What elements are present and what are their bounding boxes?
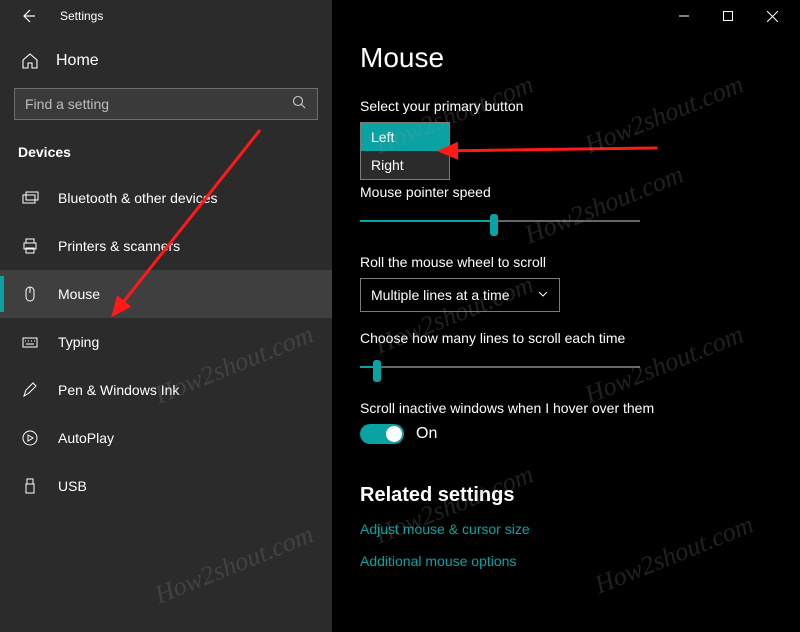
wheel-select[interactable]: Multiple lines at a time — [360, 278, 560, 312]
sidebar-item-label: AutoPlay — [58, 430, 114, 446]
sidebar-item-mouse[interactable]: Mouse — [0, 270, 332, 318]
sidebar-item-pen[interactable]: Pen & Windows Ink — [0, 366, 332, 414]
slider-thumb[interactable] — [373, 360, 381, 382]
sidebar-item-bluetooth[interactable]: Bluetooth & other devices — [0, 174, 332, 222]
lines-label: Choose how many lines to scroll each tim… — [360, 330, 772, 346]
wheel-label: Roll the mouse wheel to scroll — [360, 254, 772, 270]
pen-icon — [20, 381, 40, 399]
sidebar-item-label: Bluetooth & other devices — [58, 190, 218, 206]
section-heading: Devices — [0, 134, 332, 174]
close-button[interactable] — [750, 2, 794, 30]
sidebar-item-printers[interactable]: Printers & scanners — [0, 222, 332, 270]
printer-icon — [20, 237, 40, 255]
slider-thumb[interactable] — [490, 214, 498, 236]
link-adjust-cursor[interactable]: Adjust mouse & cursor size — [360, 521, 772, 537]
back-button[interactable] — [14, 2, 42, 30]
pointer-speed-label: Mouse pointer speed — [360, 184, 772, 200]
wheel-select-value: Multiple lines at a time — [371, 287, 510, 303]
toggle-knob — [386, 426, 402, 442]
primary-button-label: Select your primary button — [360, 98, 772, 114]
related-heading: Related settings — [360, 484, 772, 507]
slider-track — [360, 366, 640, 368]
usb-icon — [20, 477, 40, 495]
pointer-speed-slider[interactable] — [360, 208, 640, 236]
search-box[interactable] — [14, 88, 318, 120]
dropdown-option-right[interactable]: Right — [361, 151, 449, 179]
sidebar-item-label: USB — [58, 478, 87, 494]
search-input[interactable] — [25, 96, 265, 112]
devices-icon — [20, 189, 40, 207]
inactive-toggle[interactable] — [360, 424, 404, 444]
maximize-button[interactable] — [706, 2, 750, 30]
sidebar-item-label: Pen & Windows Ink — [58, 382, 179, 398]
sidebar-item-autoplay[interactable]: AutoPlay — [0, 414, 332, 462]
home-nav[interactable]: Home — [0, 40, 332, 82]
minimize-button[interactable] — [662, 2, 706, 30]
sidebar-item-usb[interactable]: USB — [0, 462, 332, 510]
sidebar-item-label: Typing — [58, 334, 99, 350]
lines-slider[interactable] — [360, 354, 640, 382]
window-title: Settings — [60, 9, 103, 23]
home-icon — [20, 52, 40, 70]
keyboard-icon — [20, 333, 40, 351]
sidebar-item-label: Mouse — [58, 286, 100, 302]
chevron-down-icon — [537, 287, 549, 303]
inactive-label: Scroll inactive windows when I hover ove… — [360, 400, 772, 416]
page-title: Mouse — [360, 42, 772, 74]
home-label: Home — [56, 52, 99, 70]
autoplay-icon — [20, 429, 40, 447]
dropdown-option-left[interactable]: Left — [361, 123, 449, 151]
primary-button-dropdown[interactable]: Left Right — [360, 122, 450, 180]
toggle-state: On — [416, 425, 437, 443]
search-icon — [291, 94, 307, 115]
sidebar-item-label: Printers & scanners — [58, 238, 180, 254]
link-additional-options[interactable]: Additional mouse options — [360, 553, 772, 569]
slider-fill — [360, 220, 494, 222]
sidebar-item-typing[interactable]: Typing — [0, 318, 332, 366]
mouse-icon — [20, 285, 40, 303]
